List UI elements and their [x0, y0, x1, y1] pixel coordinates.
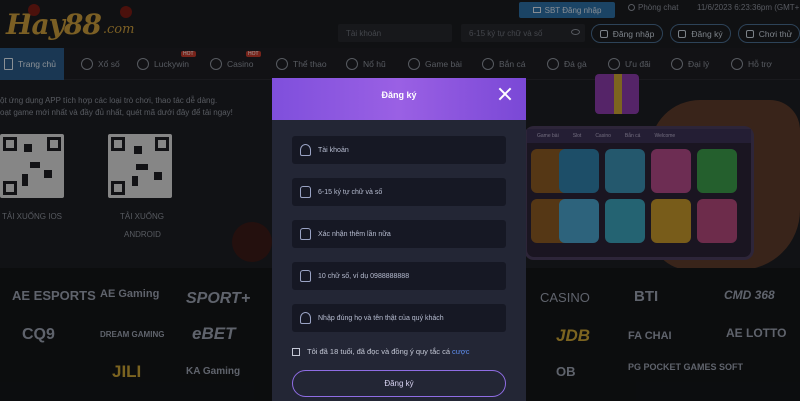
register-modal: Đăng ký Tài khoản 6-15 ký tự chữ và số X… — [272, 78, 526, 401]
user-icon — [300, 312, 311, 324]
register-fullname-field[interactable]: Nhập đúng họ và tên thật của quý khách — [292, 304, 506, 332]
lock-icon — [300, 186, 311, 198]
modal-title: Đăng ký — [381, 90, 417, 100]
register-submit-button[interactable]: Đăng ký — [292, 370, 506, 397]
field-placeholder: 10 chữ số, ví dụ 0988888888 — [318, 272, 410, 280]
register-phone-field[interactable]: 10 chữ số, ví dụ 0988888888 — [292, 262, 506, 290]
field-placeholder: Xác nhận thêm lần nữa — [318, 230, 391, 238]
register-confirm-password-field[interactable]: Xác nhận thêm lần nữa — [292, 220, 506, 248]
register-username-field[interactable]: Tài khoản — [292, 136, 506, 164]
terms-link[interactable]: cược — [452, 347, 469, 356]
lock-icon — [300, 228, 311, 240]
phone-icon — [300, 270, 311, 282]
submit-label: Đăng ký — [384, 379, 414, 388]
register-password-field[interactable]: 6-15 ký tự chữ và số — [292, 178, 506, 206]
terms-text: Tôi đã 18 tuổi, đã đọc và đồng ý quy tắc… — [307, 347, 451, 356]
terms-agreement: Tôi đã 18 tuổi, đã đọc và đồng ý quy tắc… — [292, 347, 469, 356]
user-icon — [300, 144, 311, 156]
close-icon[interactable] — [498, 87, 512, 101]
modal-header: Đăng ký — [272, 78, 526, 120]
field-placeholder: 6-15 ký tự chữ và số — [318, 188, 383, 196]
field-placeholder: Nhập đúng họ và tên thật của quý khách — [318, 314, 444, 322]
field-placeholder: Tài khoản — [318, 146, 349, 154]
terms-checkbox[interactable] — [292, 347, 300, 356]
